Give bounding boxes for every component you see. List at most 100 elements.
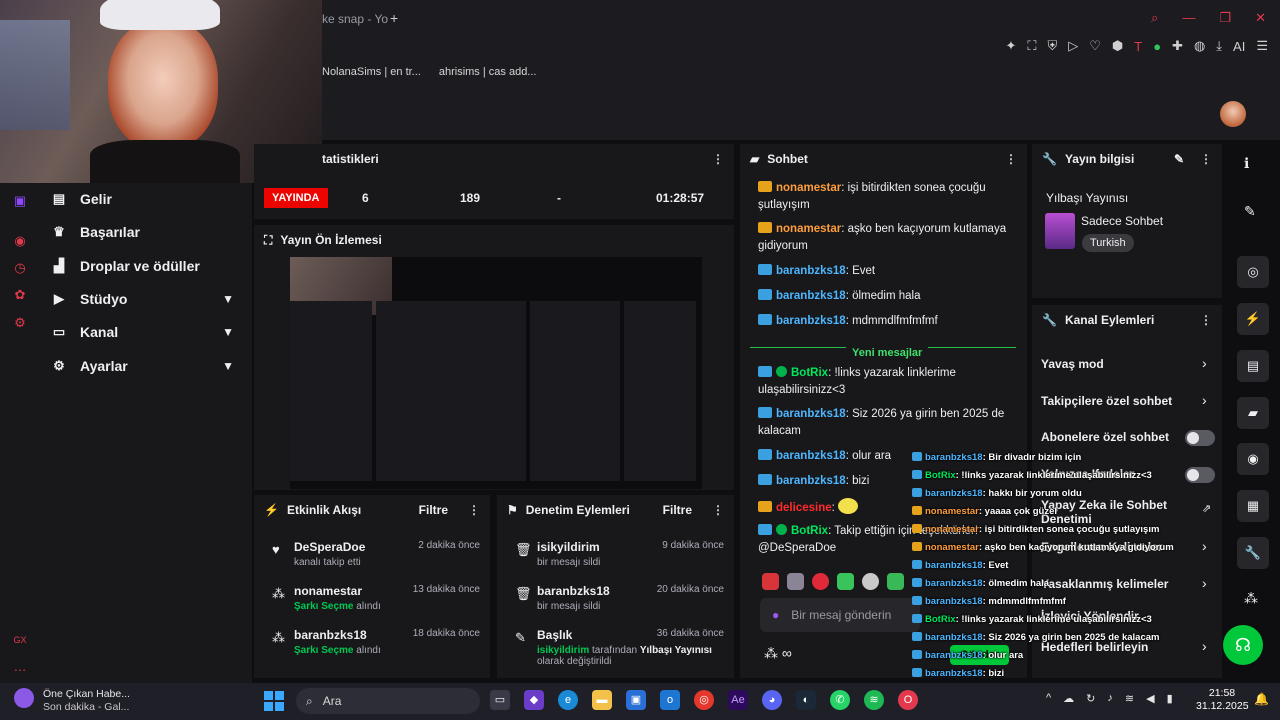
spotify-icon[interactable]: ≋ [864,690,884,710]
microphone-icon[interactable]: ● [772,608,779,622]
chevron-up-icon[interactable]: ^ [1046,692,1051,705]
filter-button[interactable]: Filtre [419,503,448,517]
taskbar-search[interactable]: ⌕ Ara [296,688,480,714]
sidebar-item-studyo[interactable]: ▶ Stüdyo ▼ [52,291,242,307]
pin-icon[interactable]: ✦ [1005,38,1016,54]
more-icon[interactable]: … [12,659,28,675]
chat-username[interactable]: BotRix [791,367,828,379]
bolt-button[interactable]: ⚡ [1237,303,1269,335]
chat-username[interactable]: baranbzks18 [776,450,846,462]
info-icon[interactable]: ℹ [1244,155,1249,172]
chevron-right-icon[interactable]: › [1202,638,1207,654]
sync-icon[interactable]: ↻ [1086,692,1095,705]
sidebar-item-droplar[interactable]: ▟ Droplar ve ödüller [52,258,242,274]
filter-button[interactable]: Filtre [663,503,692,517]
restore-icon[interactable]: ❐ [1219,10,1231,26]
more-options-icon[interactable]: ⋮ [468,503,480,517]
emote-icon[interactable] [762,573,779,590]
play-icon[interactable]: ▷ [1068,38,1078,54]
start-button[interactable] [264,691,284,711]
translate-icon[interactable]: T [1134,39,1142,54]
wrench-button[interactable]: 🔧 [1237,537,1269,569]
notes-button[interactable]: ▤ [1237,350,1269,382]
ai-icon[interactable]: AI [1233,39,1245,54]
battery-icon[interactable]: ▮ [1167,692,1173,705]
chevron-right-icon[interactable]: › [1202,538,1207,554]
chat-username[interactable]: baranbzks18 [776,265,846,277]
chat-input[interactable]: ● Bir mesaj gönderin [760,598,920,632]
chevron-right-icon[interactable]: › [1202,355,1207,371]
cloud-icon[interactable]: ☁ [1063,692,1074,705]
live-icon[interactable]: ◉ [12,233,28,249]
chat-username[interactable]: baranbzks18 [776,315,846,327]
external-link-icon[interactable]: ⇗ [1202,502,1211,515]
points-icon[interactable]: ⁂ ∞ [764,645,792,662]
store-icon[interactable]: ▣ [626,690,646,710]
emote-icon[interactable] [837,573,854,590]
whatsapp-icon[interactable]: ✆ [830,690,850,710]
chrome-icon[interactable]: ◎ [694,690,714,710]
profile-icon[interactable]: ◍ [1194,38,1205,54]
more-options-icon[interactable]: ⋮ [1200,152,1212,166]
chevron-right-icon[interactable]: › [1202,392,1207,408]
more-options-icon[interactable]: ⋮ [1200,313,1212,327]
steam-icon[interactable]: ◐ [796,690,816,710]
dashboard-button[interactable]: ▦ [1237,490,1269,522]
menu-icon[interactable]: ☰ [1256,38,1268,54]
screenshot-icon[interactable]: ⛶ [1027,38,1036,54]
folder-icon[interactable]: ▬ [592,690,612,710]
avatar[interactable] [1220,101,1246,127]
pencil-icon[interactable]: ✎ [1244,203,1256,220]
chat-button[interactable]: ▰ [1237,397,1269,429]
outlook-icon[interactable]: o [660,690,680,710]
more-options-icon[interactable]: ⋮ [1005,152,1017,166]
clock-icon[interactable]: ◷ [12,260,28,276]
microphone-icon[interactable]: ♪ [1107,692,1113,705]
close-icon[interactable]: ✕ [1255,10,1266,26]
chat-username[interactable]: baranbzks18 [776,290,846,302]
download-icon[interactable]: ⤓ [1216,38,1222,54]
ai-moderation-item[interactable]: Yapay Zeka ile Sohbet Denetimi [1041,498,1191,526]
search-icon[interactable]: ⌕ [1151,10,1158,26]
opera-icon[interactable]: O [898,690,918,710]
followers-only-item[interactable]: Takipçilere özel sohbet [1041,394,1172,408]
emote-only-toggle[interactable] [1185,467,1215,483]
notification-icon[interactable]: 🔔 [1254,692,1269,706]
chat-username[interactable]: baranbzks18 [776,408,846,420]
extension-icon[interactable]: ⬢ [1112,38,1123,54]
bookmark-item[interactable]: NolanaSims | en tr... [322,66,421,78]
discord-icon[interactable]: ◕ [762,690,782,710]
emote-icon[interactable] [862,573,879,590]
banned-words-item[interactable]: Yasaklanmış kelimeler [1041,577,1168,591]
subscribers-only-toggle[interactable] [1185,430,1215,446]
emote-icon[interactable] [787,573,804,590]
chat-username[interactable]: BotRix [791,525,828,537]
category-name[interactable]: Sadece Sohbet [1081,214,1163,228]
heart-icon[interactable]: ♡ [1089,38,1101,54]
bookmark-item[interactable]: ahrisims | cas add... [439,66,537,78]
twitch-icon[interactable]: ▣ [12,193,28,209]
more-options-icon[interactable]: ⋮ [712,503,724,517]
sidebar-item-gelir[interactable]: ▤ Gelir [52,191,242,207]
community-icon[interactable]: ✿ [12,287,28,303]
camera-button[interactable]: ◎ [1237,256,1269,288]
settings-icon[interactable]: ⚙ [12,315,28,331]
emote-icon[interactable] [887,573,904,590]
gx-label[interactable]: GX [12,632,28,648]
wifi-icon[interactable]: ≋ [1125,692,1134,705]
chat-username[interactable]: delicesine [776,502,832,514]
shield-icon[interactable]: ⛨ [1047,38,1057,54]
emote-icon[interactable] [812,573,829,590]
after-effects-icon[interactable]: Ae [728,690,748,710]
adblock-icon[interactable]: ● [1153,39,1161,54]
sidebar-item-basarilar[interactable]: ♛ Başarılar [52,224,242,240]
sidebar-item-ayarlar[interactable]: ⚙ Ayarlar ▼ [52,358,242,374]
slow-mode-item[interactable]: Yavaş mod [1041,357,1104,371]
headset-button[interactable]: ☊ [1223,625,1263,665]
extensions-icon[interactable]: ⁂ [1244,590,1258,607]
more-options-icon[interactable]: ⋮ [712,152,724,166]
chevron-right-icon[interactable]: › [1202,575,1207,591]
minimize-icon[interactable]: — [1182,10,1195,26]
edit-icon[interactable]: ✎ [1174,152,1184,166]
copilot-icon[interactable]: ◆ [524,690,544,710]
